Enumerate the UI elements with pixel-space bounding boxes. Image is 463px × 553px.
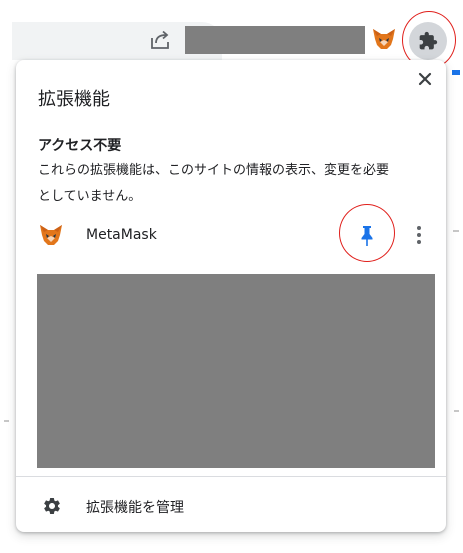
page-edge-element <box>453 230 459 232</box>
extension-row-metamask[interactable]: MetaMask <box>16 218 446 254</box>
pin-icon[interactable] <box>355 222 379 248</box>
description-line: としていません。 <box>38 189 142 204</box>
more-vert-icon[interactable] <box>408 222 430 248</box>
extension-name[interactable]: MetaMask <box>86 227 157 243</box>
redacted-toolbar-area <box>185 26 365 54</box>
divider <box>16 476 446 477</box>
share-icon[interactable] <box>147 27 173 53</box>
popup-title: 拡張機能 <box>38 89 110 110</box>
section-heading: アクセス不要 <box>38 138 122 154</box>
manage-extensions-link[interactable]: 拡張機能を管理 <box>16 488 446 524</box>
close-icon[interactable] <box>414 68 436 90</box>
gear-icon <box>42 496 62 516</box>
page-edge-element <box>452 70 460 75</box>
description-line: これらの拡張機能は、このサイトの情報の表示、変更を必要 <box>38 163 390 178</box>
page-edge-element <box>4 420 9 422</box>
page-edge-element <box>454 410 459 412</box>
section-description: これらの拡張機能は、このサイトの情報の表示、変更を必要 としていません。 <box>38 158 424 210</box>
extensions-button[interactable] <box>409 22 447 60</box>
puzzle-piece-icon <box>419 31 438 50</box>
redacted-content-area <box>37 274 435 468</box>
browser-toolbar <box>0 0 463 60</box>
manage-extensions-label[interactable]: 拡張機能を管理 <box>86 497 184 517</box>
extensions-popup: 拡張機能 アクセス不要 これらの拡張機能は、このサイトの情報の表示、変更を必要 … <box>16 60 446 532</box>
metamask-fox-icon <box>39 224 63 246</box>
metamask-fox-icon[interactable] <box>372 28 396 50</box>
